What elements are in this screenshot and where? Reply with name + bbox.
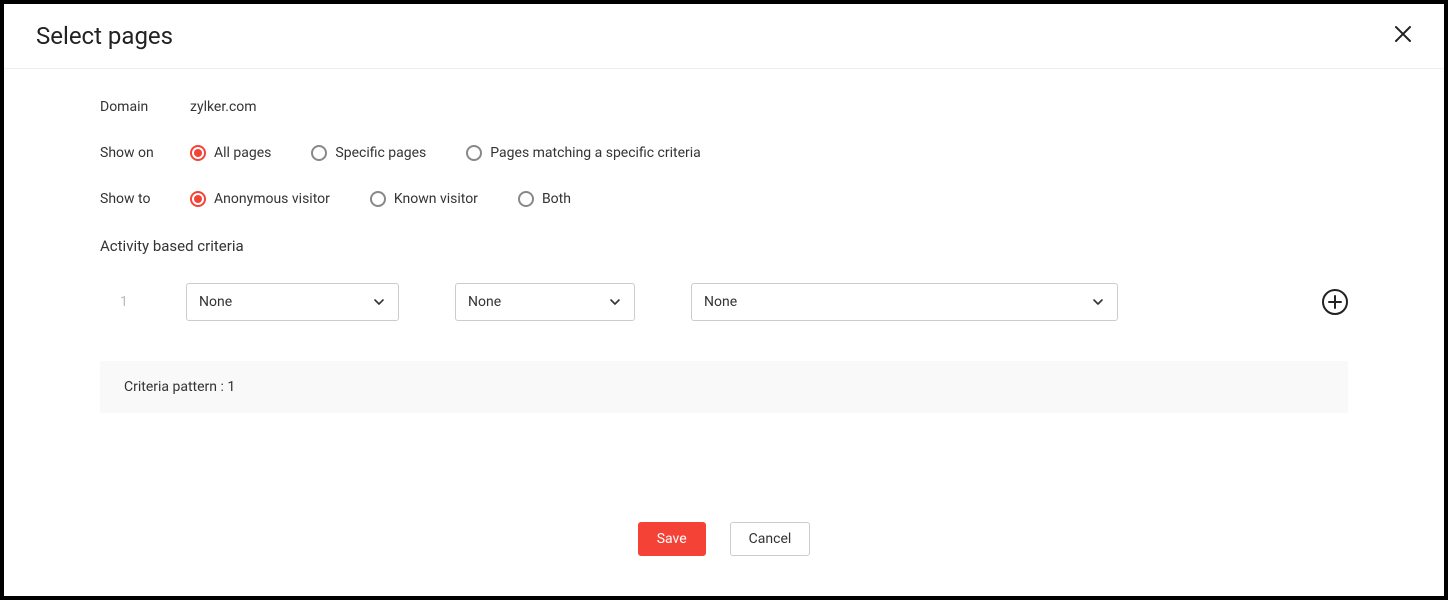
domain-value: zylker.com: [190, 99, 257, 115]
radio-all-pages[interactable]: All pages: [190, 145, 271, 161]
select-value: None: [199, 294, 232, 310]
radio-icon: [518, 191, 534, 207]
radio-label: Known visitor: [394, 191, 478, 207]
chevron-down-icon: [372, 295, 386, 309]
save-button[interactable]: Save: [638, 522, 706, 556]
save-button-label: Save: [657, 531, 687, 547]
radio-icon: [311, 145, 327, 161]
show-on-group: All pages Specific pages Pages matching …: [190, 145, 701, 161]
radio-anonymous-visitor[interactable]: Anonymous visitor: [190, 191, 330, 207]
radio-label: All pages: [214, 145, 271, 161]
chevron-down-icon: [608, 295, 622, 309]
radio-both[interactable]: Both: [518, 191, 571, 207]
select-value: None: [468, 294, 501, 310]
modal-header: Select pages: [4, 4, 1444, 69]
criteria-select-1[interactable]: None: [186, 283, 399, 321]
show-on-label: Show on: [100, 145, 190, 161]
select-value: None: [704, 294, 737, 310]
radio-matching-criteria[interactable]: Pages matching a specific criteria: [466, 145, 700, 161]
radio-icon: [466, 145, 482, 161]
chevron-down-icon: [1091, 295, 1105, 309]
radio-icon: [370, 191, 386, 207]
radio-icon: [190, 191, 206, 207]
radio-specific-pages[interactable]: Specific pages: [311, 145, 426, 161]
criteria-index: 1: [120, 294, 130, 310]
radio-label: Specific pages: [335, 145, 426, 161]
plus-icon: [1328, 295, 1342, 309]
close-icon: [1394, 25, 1412, 43]
show-to-group: Anonymous visitor Known visitor Both: [190, 191, 571, 207]
add-criteria-button[interactable]: [1322, 289, 1348, 315]
domain-label: Domain: [100, 99, 190, 115]
modal-title: Select pages: [36, 22, 173, 50]
activity-heading: Activity based criteria: [100, 237, 1348, 255]
show-on-row: Show on All pages Specific pages Pages m…: [100, 145, 1348, 161]
radio-label: Both: [542, 191, 571, 207]
modal-body: Domain zylker.com Show on All pages Spec…: [4, 69, 1444, 413]
criteria-pattern-bar: Criteria pattern : 1: [100, 361, 1348, 413]
radio-label: Pages matching a specific criteria: [490, 145, 700, 161]
radio-icon: [190, 145, 206, 161]
show-to-row: Show to Anonymous visitor Known visitor …: [100, 191, 1348, 207]
cancel-button[interactable]: Cancel: [730, 522, 811, 556]
criteria-select-3[interactable]: None: [691, 283, 1118, 321]
radio-label: Anonymous visitor: [214, 191, 330, 207]
close-button[interactable]: [1394, 25, 1412, 47]
criteria-selects: None None None: [186, 283, 1266, 321]
modal-footer: Save Cancel: [4, 522, 1444, 556]
cancel-button-label: Cancel: [749, 531, 792, 547]
radio-known-visitor[interactable]: Known visitor: [370, 191, 478, 207]
criteria-pattern-text: Criteria pattern : 1: [124, 379, 235, 395]
criteria-select-2[interactable]: None: [455, 283, 635, 321]
domain-row: Domain zylker.com: [100, 99, 1348, 115]
criteria-row: 1 None None None: [100, 283, 1348, 321]
show-to-label: Show to: [100, 191, 190, 207]
